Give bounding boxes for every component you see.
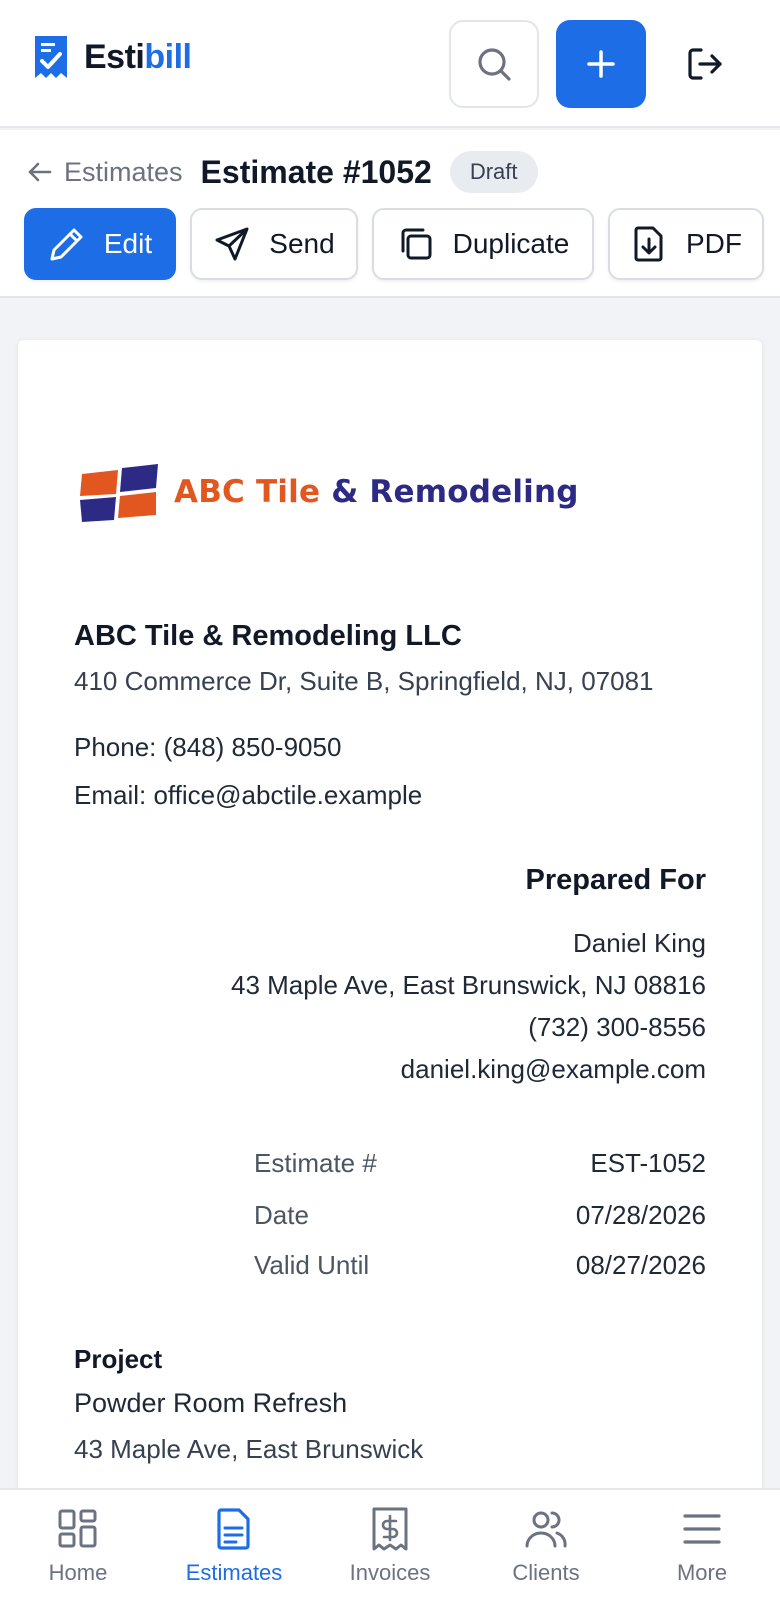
edit-label: Edit: [103, 228, 153, 259]
send-icon: [215, 227, 249, 261]
nav-more-label: More: [676, 1560, 728, 1585]
menu-icon: [683, 1514, 721, 1544]
nav-clients-label: Clients: [512, 1560, 580, 1585]
plus-icon: [587, 50, 615, 78]
client-email: daniel.king@example.com: [400, 1054, 706, 1084]
add-button[interactable]: [556, 20, 646, 108]
nav-home-label: Home: [48, 1560, 108, 1585]
back-label: Estimates: [64, 156, 183, 187]
action-buttons: Edit Send Duplicate PDF: [24, 208, 764, 280]
valid-until-label: Valid Until: [254, 1250, 370, 1280]
estimate-number-value: EST-1052: [590, 1148, 706, 1178]
file-download-icon: [634, 226, 663, 262]
breadcrumb: Estimates Estimate #1052 Draft: [26, 150, 538, 194]
duplicate-button[interactable]: Duplicate: [372, 208, 594, 280]
send-label: Send: [269, 228, 335, 259]
client-phone: (732) 300-8556: [528, 1012, 706, 1042]
client-address: 43 Maple Ave, East Brunswick, NJ 08816: [231, 970, 706, 1000]
pdf-label: PDF: [686, 228, 742, 259]
date-label: Date: [254, 1200, 309, 1230]
back-to-estimates-link[interactable]: Estimates: [26, 157, 183, 188]
brand[interactable]: Estibill: [32, 34, 192, 80]
arrow-left-icon: [28, 162, 52, 182]
logo-text: ABC Tile & Remodeling: [174, 474, 579, 510]
users-icon: [525, 1511, 567, 1548]
company-logo: ABC Tile & Remodeling: [78, 460, 579, 524]
project-heading: Project: [74, 1344, 163, 1374]
grid-icon: [58, 1509, 97, 1548]
pdf-button[interactable]: PDF: [608, 208, 764, 280]
top-header: Estibill: [0, 0, 780, 128]
document-icon: [217, 1508, 250, 1550]
receipt-check-icon: [35, 36, 67, 78]
project-name: Powder Room Refresh: [74, 1388, 348, 1418]
nav-more[interactable]: More: [624, 1490, 780, 1600]
nav-invoices[interactable]: Invoices: [312, 1490, 468, 1600]
copy-icon: [401, 228, 432, 260]
date-value: 07/28/2026: [575, 1200, 706, 1230]
receipt-dollar-icon: [372, 1507, 408, 1551]
company-email: Email: office@abctile.example: [74, 780, 423, 810]
company-phone: Phone: (848) 850-9050: [74, 732, 342, 762]
app-name: Estibill: [84, 37, 192, 76]
search-button[interactable]: [449, 20, 539, 108]
estimate-document: ABC Tile & Remodeling ABC Tile & Remodel…: [18, 340, 762, 1500]
nav-clients[interactable]: Clients: [468, 1490, 624, 1600]
pencil-icon: [50, 228, 83, 261]
estimate-toolbar: Estimates Estimate #1052 Draft Edit Send: [0, 130, 780, 298]
nav-invoices-label: Invoices: [349, 1560, 431, 1585]
bottom-nav: Home Estimates Invoices Clients More: [0, 1488, 780, 1600]
company-name: ABC Tile & Remodeling LLC: [74, 620, 462, 652]
prepared-for-heading: Prepared For: [525, 864, 707, 896]
nav-estimates[interactable]: Estimates: [156, 1490, 312, 1600]
valid-until-value: 08/27/2026: [575, 1250, 706, 1280]
status-badge: Draft: [449, 151, 538, 193]
project-address: 43 Maple Ave, East Brunswick: [74, 1434, 424, 1464]
search-icon: [478, 48, 511, 81]
edit-button[interactable]: Edit: [24, 208, 176, 280]
tile-logo-icon: [80, 464, 158, 522]
send-button[interactable]: Send: [190, 208, 358, 280]
client-name: Daniel King: [573, 928, 706, 958]
nav-home[interactable]: Home: [0, 1490, 156, 1600]
page-title: Estimate #1052: [200, 153, 432, 190]
logout-button[interactable]: [660, 20, 750, 108]
company-address: 410 Commerce Dr, Suite B, Springfield, N…: [74, 666, 654, 696]
duplicate-label: Duplicate: [452, 228, 570, 259]
estimate-number-label: Estimate #: [254, 1148, 377, 1178]
logout-icon: [688, 48, 722, 80]
nav-estimates-label: Estimates: [185, 1560, 283, 1585]
